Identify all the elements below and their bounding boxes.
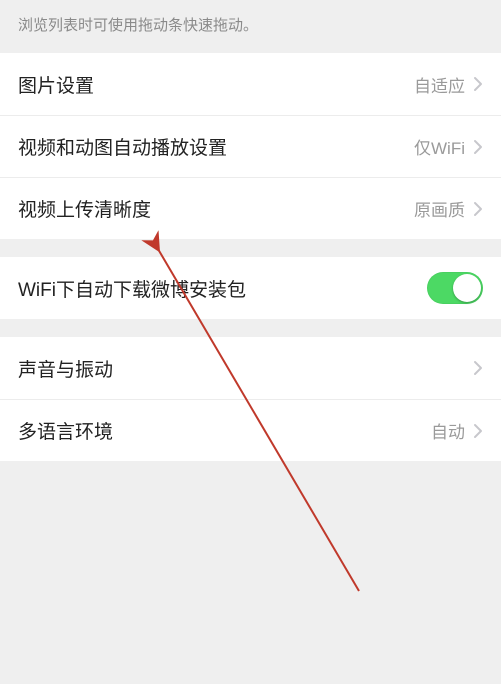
row-wifi-download-pkg[interactable]: WiFi下自动下载微博安装包	[0, 257, 501, 319]
row-value: 自适应	[414, 72, 465, 97]
section-download: WiFi下自动下载微博安装包	[0, 257, 501, 319]
row-image-settings[interactable]: 图片设置 自适应	[0, 53, 501, 115]
row-label: 视频和动图自动播放设置	[18, 133, 227, 160]
section-gap	[0, 319, 501, 337]
row-multilanguage[interactable]: 多语言环境 自动	[0, 399, 501, 461]
row-value: 自动	[431, 418, 465, 443]
section-gap	[0, 239, 501, 257]
chevron-right-icon	[473, 76, 483, 92]
chevron-right-icon	[473, 360, 483, 376]
row-value: 原画质	[414, 196, 465, 221]
section-system: 声音与振动 多语言环境 自动	[0, 337, 501, 461]
row-right: 仅WiFi	[414, 134, 483, 159]
chevron-right-icon	[473, 423, 483, 439]
row-sound-vibration[interactable]: 声音与振动	[0, 337, 501, 399]
toggle-switch[interactable]	[427, 272, 483, 304]
row-video-autoplay[interactable]: 视频和动图自动播放设置 仅WiFi	[0, 115, 501, 177]
section-media: 图片设置 自适应 视频和动图自动播放设置 仅WiFi 视频上传清晰度 原画质	[0, 53, 501, 239]
row-right	[427, 272, 483, 304]
row-value: 仅WiFi	[414, 134, 465, 159]
row-label: 多语言环境	[18, 417, 113, 444]
row-label: 视频上传清晰度	[18, 195, 151, 222]
row-label: 声音与振动	[18, 355, 113, 382]
row-right: 自适应	[414, 72, 483, 97]
toggle-knob	[453, 274, 481, 302]
row-right	[473, 360, 483, 376]
row-video-upload-quality[interactable]: 视频上传清晰度 原画质	[0, 177, 501, 239]
chevron-right-icon	[473, 201, 483, 217]
hint-text: 浏览列表时可使用拖动条快速拖动。	[0, 0, 501, 53]
row-label: 图片设置	[18, 71, 94, 98]
row-right: 自动	[431, 418, 483, 443]
row-label: WiFi下自动下载微博安装包	[18, 275, 246, 302]
chevron-right-icon	[473, 139, 483, 155]
row-right: 原画质	[414, 196, 483, 221]
